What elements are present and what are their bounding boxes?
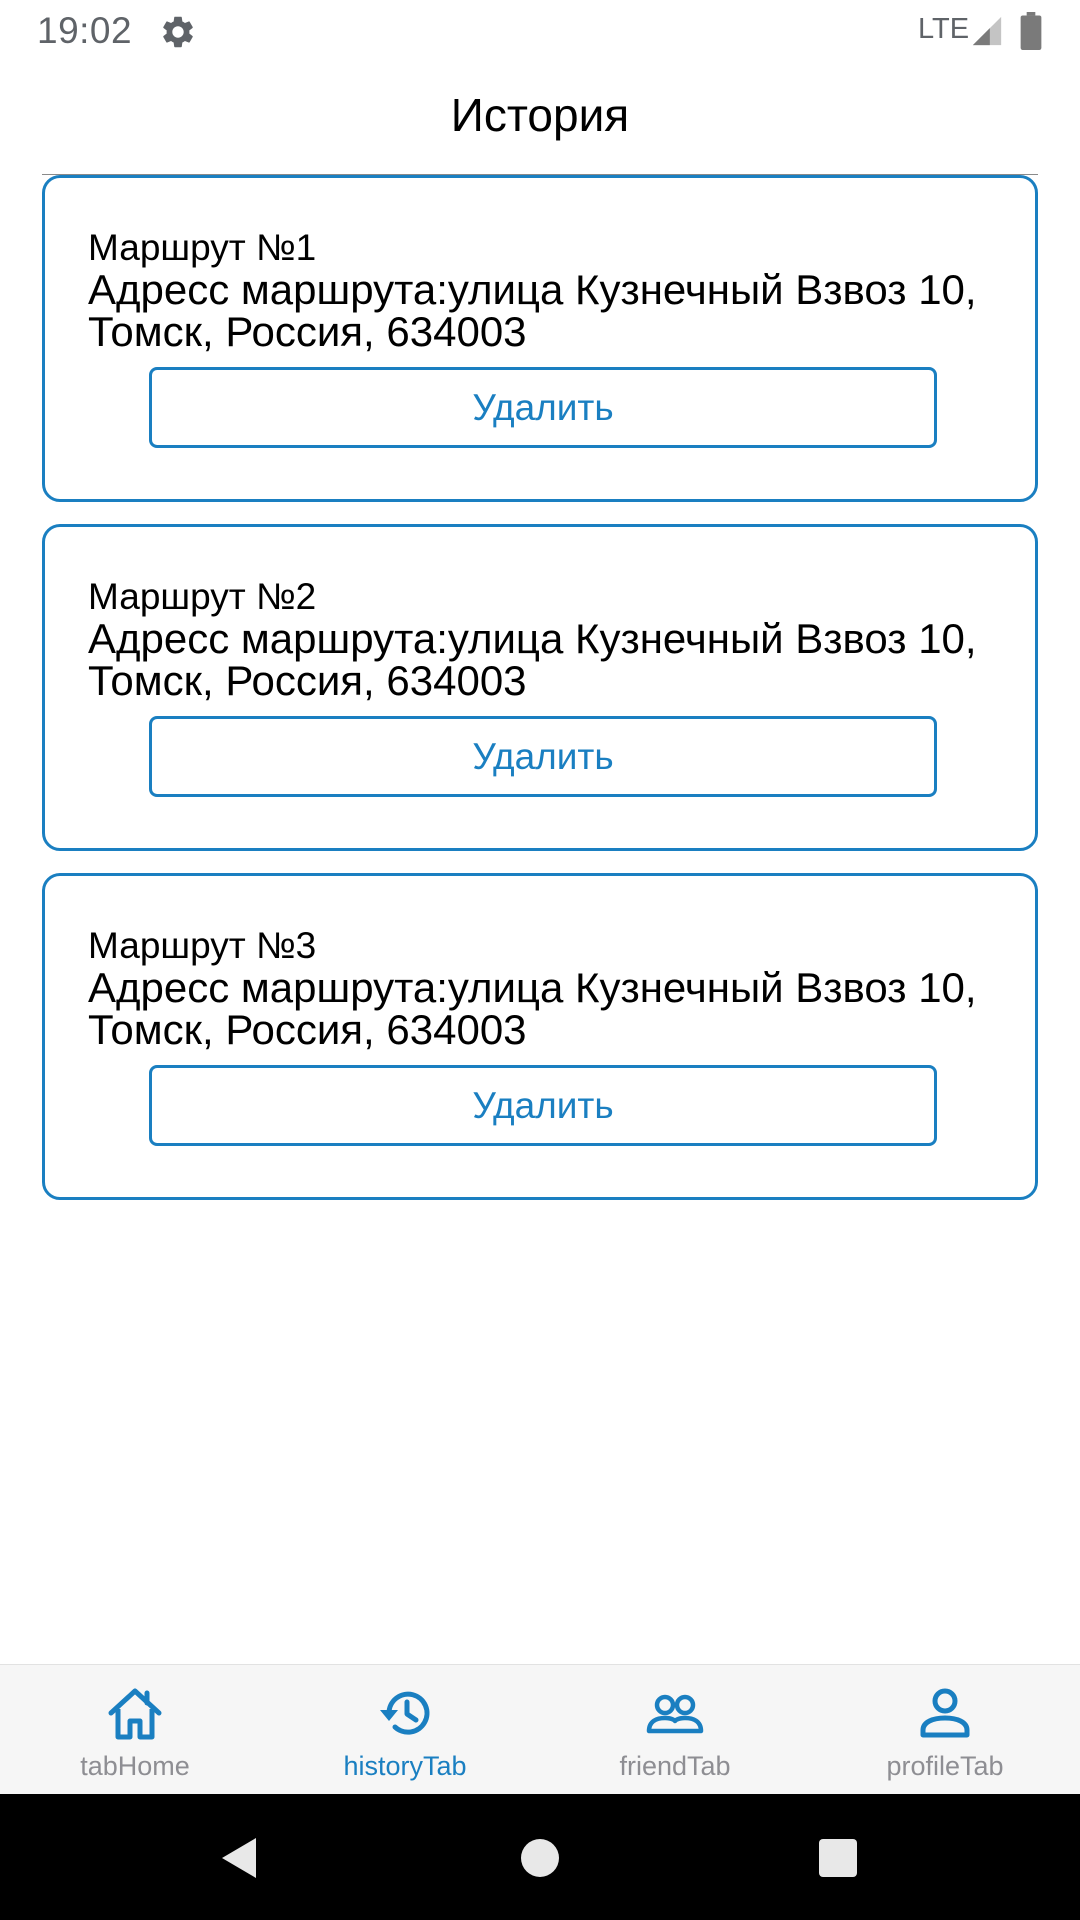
- back-icon[interactable]: [216, 1834, 260, 1882]
- status-bar: 19:02 LTE: [0, 0, 1080, 62]
- route-list: Маршрут №1 Адресс маршрута:улица Кузнечн…: [42, 175, 1038, 1222]
- home-circle-icon[interactable]: [520, 1838, 560, 1878]
- route-title: Маршрут №1: [88, 227, 317, 268]
- battery-icon: [1020, 12, 1042, 50]
- tab-home[interactable]: tabHome: [0, 1665, 270, 1795]
- route-address: Адресс маршрута:улица Кузнечный Взвоз 10…: [88, 615, 977, 704]
- friends-icon: [646, 1694, 704, 1734]
- system-nav-bar: [0, 1794, 1080, 1920]
- page-title: История: [450, 89, 630, 141]
- route-card: Маршрут №1 Адресс маршрута:улица Кузнечн…: [42, 175, 1038, 502]
- gear-icon: [163, 16, 193, 48]
- history-screen: 19:02 LTE История Маршрут №1 Адресс марш…: [0, 0, 1080, 1920]
- route-title: Маршрут №2: [88, 576, 317, 617]
- tab-friends[interactable]: friendTab: [540, 1665, 810, 1795]
- profile-icon: [920, 1688, 970, 1738]
- status-time: 19:02: [37, 10, 133, 51]
- signal-icon: [972, 16, 1002, 46]
- tab-profile[interactable]: profileTab: [810, 1665, 1080, 1795]
- delete-button[interactable]: Удалить: [149, 716, 937, 797]
- route-card: Маршрут №3 Адресс маршрута:улица Кузнечн…: [42, 873, 1038, 1200]
- tab-label: friendTab: [619, 1751, 731, 1781]
- network-type-label: LTE: [918, 13, 970, 45]
- route-address: Адресс маршрута:улица Кузнечный Взвоз 10…: [88, 964, 977, 1053]
- route-title: Маршрут №3: [88, 925, 317, 966]
- route-card: Маршрут №2 Адресс маршрута:улица Кузнечн…: [42, 524, 1038, 851]
- home-icon: [108, 1688, 162, 1740]
- recents-icon[interactable]: [818, 1838, 858, 1878]
- history-icon: [380, 1691, 430, 1735]
- tab-label: profileTab: [886, 1751, 1004, 1781]
- tab-label: historyTab: [343, 1751, 467, 1781]
- delete-button[interactable]: Удалить: [149, 367, 937, 448]
- tab-label: tabHome: [80, 1751, 190, 1781]
- tab-history[interactable]: historyTab: [270, 1665, 540, 1795]
- route-address: Адресс маршрута:улица Кузнечный Взвоз 10…: [88, 266, 977, 355]
- delete-button[interactable]: Удалить: [149, 1065, 937, 1146]
- bottom-tab-bar: tabHome historyTab friendTab profileTab: [0, 1664, 1080, 1795]
